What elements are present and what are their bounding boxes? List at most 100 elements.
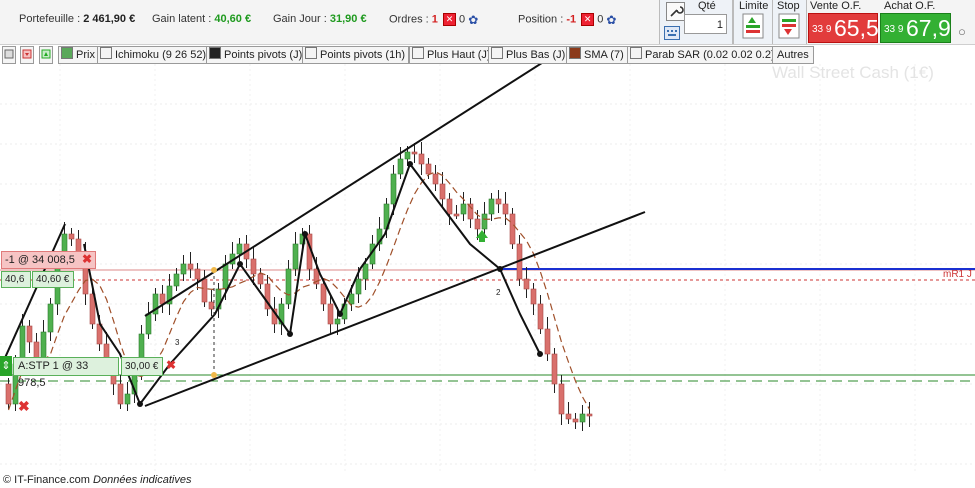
buy-button[interactable]: 33 9 67,9: [880, 13, 951, 43]
keyboard-icon[interactable]: [664, 26, 680, 40]
position-count: -1: [566, 13, 577, 26]
close-position-icon[interactable]: ✕: [581, 13, 595, 26]
prix-swatch: [61, 47, 73, 59]
candle: [348, 293, 355, 305]
candle: [418, 153, 425, 165]
others-button[interactable]: Autres: [772, 46, 814, 64]
candle: [47, 303, 54, 333]
qty-input[interactable]: 1: [684, 14, 727, 34]
candle: [425, 163, 432, 175]
position-gear-icon[interactable]: ✿: [606, 14, 618, 26]
candle: [572, 418, 579, 423]
zigzag-arrow-head: [407, 161, 413, 167]
zigzag-arrow-head: [337, 311, 343, 317]
indicator-pivots-daily[interactable]: Points pivots (J): [206, 46, 307, 64]
candle: [194, 268, 201, 280]
exit-marker-icon: ✖: [18, 398, 30, 414]
indicator-parab-sar-label: Parab SAR (0.02 0.02 0.2): [645, 49, 775, 61]
portfolio-value: 2 461,90 €: [83, 13, 136, 25]
indicator-high-label: Plus Haut (J): [427, 49, 491, 61]
footer-note: Données indicatives: [93, 474, 192, 486]
candle: [488, 198, 495, 215]
sma-swatch: [569, 47, 581, 59]
candle: [320, 283, 327, 305]
candle: [453, 213, 460, 217]
candle: [558, 383, 565, 415]
portfolio-stat: Portefeuille : 2 461,90 €: [19, 13, 135, 25]
watermark: Wall Street Cash (1€): [772, 64, 934, 82]
high-checkbox[interactable]: [412, 47, 424, 59]
indicator-pivots-hourly[interactable]: Points pivots (1h): [302, 46, 409, 64]
stop-order-cancel-icon[interactable]: ✖: [166, 357, 182, 373]
indicator-pivots-daily-label: Points pivots (J): [224, 49, 303, 61]
candle: [334, 318, 341, 325]
indicator-prix[interactable]: Prix: [58, 46, 99, 64]
sell-label: Vente O.F.: [810, 0, 862, 12]
candle: [523, 278, 530, 290]
stop-order-button[interactable]: [778, 13, 800, 39]
candle: [201, 278, 208, 303]
candle: [68, 233, 75, 240]
indicator-sma[interactable]: SMA (7): [566, 46, 628, 64]
candle: [257, 273, 264, 285]
price-chart[interactable]: Wall Street Cash (1€) ✖ 3 2 mR1 J: [0, 64, 975, 482]
stop-drag-handle-icon[interactable]: ⇕: [0, 356, 12, 376]
measure-point-bottom[interactable]: [211, 372, 217, 378]
candle: [187, 263, 194, 270]
stop-label: Stop: [777, 0, 800, 12]
buy-price: 67,9: [906, 15, 951, 41]
position-tag-close-icon[interactable]: ✖: [82, 252, 92, 266]
cancel-orders-icon[interactable]: ✕: [442, 13, 456, 26]
sell-button[interactable]: 33 9 65,5: [808, 13, 879, 43]
stop-order-tag[interactable]: A:STP 1 @ 33 978,5: [13, 357, 119, 389]
candle: [565, 413, 572, 420]
position-tag[interactable]: -1 @ 34 008,5 ✖: [1, 251, 96, 269]
candle: [530, 288, 537, 305]
position-pnl-euro: 40,60 €: [32, 271, 74, 288]
pivots-hourly-checkbox[interactable]: [305, 47, 317, 59]
pivot-mr1-label: mR1 J: [943, 269, 972, 280]
candle: [432, 173, 439, 185]
buy-label: Achat O.F.: [884, 0, 936, 12]
wrench-icon[interactable]: [666, 2, 685, 21]
candle: [544, 328, 551, 355]
day-gain-label: Gain Jour :: [273, 13, 327, 25]
pivots-daily-swatch: [209, 47, 221, 59]
zigzag-arrow-head: [497, 266, 503, 272]
indicator-sma-label: SMA (7): [584, 49, 624, 61]
orders-zero: 0: [459, 13, 466, 26]
indicator-high[interactable]: Plus Haut (J): [409, 46, 495, 64]
ichimoku-checkbox[interactable]: [100, 47, 112, 59]
zigzag-arrow-head: [237, 261, 243, 267]
unrealized-value: 40,60 €: [214, 13, 252, 25]
candle: [397, 158, 404, 175]
toolbar-settings-icon[interactable]: [2, 46, 16, 64]
portfolio-label: Portefeuille :: [19, 13, 81, 25]
day-gain-value: 31,90 €: [329, 13, 367, 25]
candle: [117, 383, 124, 405]
measure-point-top[interactable]: [211, 267, 217, 273]
orders-gear-icon[interactable]: ✿: [468, 14, 480, 26]
qty-label: Qté: [698, 0, 716, 12]
unrealized-stat: Gain latent : 40,60 €: [152, 13, 251, 25]
indicator-pivots-hourly-label: Points pivots (1h): [320, 49, 405, 61]
buy-signal-stem: [479, 236, 485, 242]
toolbar-buy-icon[interactable]: [39, 46, 53, 64]
indicator-low[interactable]: Plus Bas (J): [488, 46, 570, 64]
toolbar-sell-icon[interactable]: [20, 46, 34, 64]
limit-order-button[interactable]: [742, 13, 764, 39]
candle: [285, 268, 292, 305]
candle: [537, 303, 544, 330]
indicator-parab-sar[interactable]: Parab SAR (0.02 0.02 0.2): [627, 46, 779, 64]
day-gain-stat: Gain Jour : 31,90 €: [273, 13, 367, 25]
low-checkbox[interactable]: [491, 47, 503, 59]
indicator-ichimoku[interactable]: Ichimoku (9 26 52): [97, 46, 211, 64]
close-panel-icon[interactable]: ○: [958, 24, 966, 39]
indicator-prix-label: Prix: [76, 49, 95, 61]
candle: [236, 243, 243, 255]
parab-sar-checkbox[interactable]: [630, 47, 642, 59]
candle: [26, 325, 33, 343]
candle: [481, 213, 488, 230]
sell-panel: Vente O.F. 33 9 65,5: [808, 0, 879, 44]
orders-stat: Ordres : 1 ✕ 0 ✿: [389, 13, 480, 26]
